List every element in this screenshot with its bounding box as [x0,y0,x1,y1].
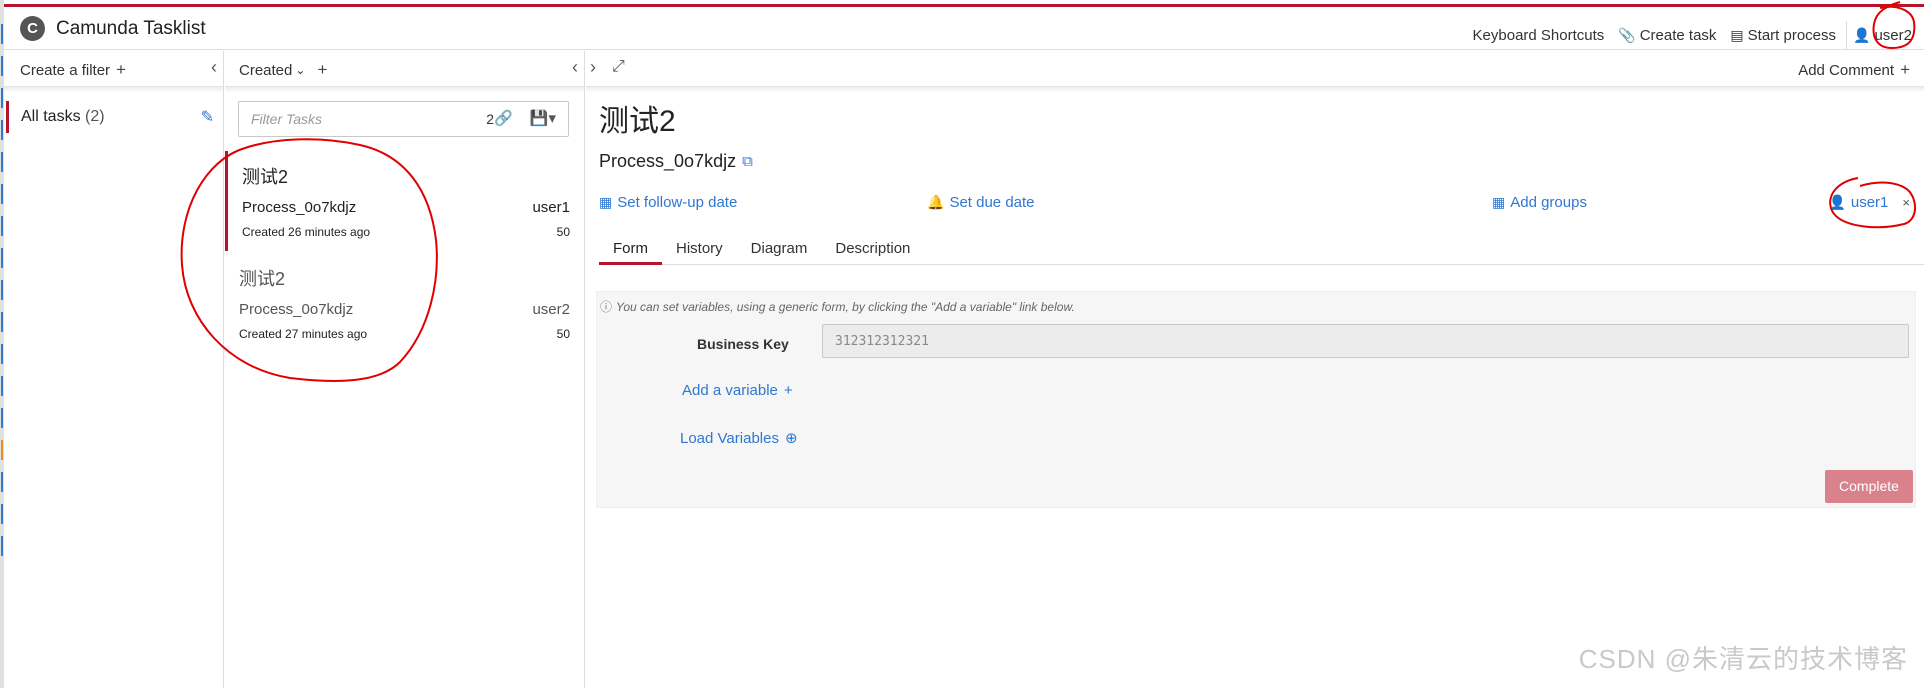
task-list-panel: Created ⌄ + ‹ Filter Tasks 2 🔗 💾▾ 测试2 Pr… [225,51,585,688]
task-list-toolbar: Created ⌄ + ‹ [225,51,584,87]
filter-count: (2) [85,108,105,125]
task-priority: 50 [556,327,570,341]
set-followup-label: Set follow-up date [617,194,738,211]
remove-assignee-close-icon[interactable]: × [1902,195,1910,210]
create-task-label: Create task [1639,26,1717,44]
sort-dropdown[interactable]: Created ⌄ + [239,60,327,80]
watermark: CSDN @朱清云的技术博客 [1578,644,1908,674]
chevron-down-icon: ⌄ [295,63,306,77]
set-followup-date-button[interactable]: ▦ Set follow-up date [599,194,737,211]
set-due-date-button[interactable]: 🔔 Set due date [927,194,1035,211]
filter-label: All tasks [21,108,81,125]
filters-panel: Create a filter + ‹ All tasks (2) ✎ [4,51,224,688]
plus-icon: + [783,382,793,399]
create-task-link[interactable]: 📎 Create task [1618,27,1716,44]
user-menu-label: user2 [1874,26,1912,44]
calendar-icon: ▦ [599,194,613,210]
add-groups-label: Add groups [1510,194,1587,211]
start-process-link[interactable]: ▤ Start process [1730,27,1836,44]
collapse-list-chevron-left-icon[interactable]: ‹ [572,57,578,78]
task-detail-panel: › ⤢ Add Comment + 测试2 Process_0o7kdjz ⧉ ▦… [586,51,1924,688]
user-icon: 👤 [1828,194,1846,210]
load-variables-link[interactable]: Load Variables ⊕ [680,429,798,448]
load-variables-label: Load Variables [680,429,779,447]
tab-history[interactable]: History [662,234,737,265]
task-process: Process_0o7kdjz [239,301,354,318]
assignee-button[interactable]: 👤 user1 × [1828,194,1910,211]
form-hint: ⓘ You can set variables, using a generic … [600,298,1075,315]
add-groups-button[interactable]: ▦ Add groups [1492,194,1587,211]
tab-description[interactable]: Description [821,234,924,265]
assignee-label: user1 [1850,194,1889,211]
tab-form[interactable]: Form [599,234,662,265]
add-variable-link[interactable]: Add a variable + [682,382,793,399]
bell-icon: 🔔 [927,194,945,210]
task-title: 测试2 [599,105,676,138]
collapse-filters-chevron-left-icon[interactable]: ‹ [211,57,217,78]
grid-icon: ▦ [1492,194,1506,210]
toolbar-shadow [586,87,1924,93]
keyboard-shortcuts-label: Keyboard Shortcuts [1472,26,1605,44]
task-name: 测试2 [242,167,289,187]
create-filter-label: Create a filter [20,61,111,79]
link-icon[interactable]: 🔗 [494,109,513,127]
filter-item-all-tasks[interactable]: All tasks (2) ✎ [6,101,216,133]
create-filter-button[interactable]: Create a filter + [20,60,126,80]
set-due-label: Set due date [949,194,1035,211]
complete-button[interactable]: Complete [1825,470,1913,503]
keyboard-shortcuts-link[interactable]: Keyboard Shortcuts [1473,27,1605,44]
task-created: Created 27 minutes ago [239,327,368,341]
brand-title[interactable]: Camunda Tasklist [56,18,206,40]
task-assignee: user1 [532,199,570,216]
detail-toolbar: › ⤢ Add Comment + [586,51,1924,87]
plus-icon: + [1900,60,1910,79]
add-comment-button[interactable]: Add Comment + [1798,60,1910,80]
user-menu[interactable]: 👤 user2 [1853,27,1912,44]
task-list-item[interactable]: 测试2 Process_0o7kdjz user1 Created 26 min… [225,151,584,251]
start-process-label: Start process [1747,26,1837,44]
download-circle-icon: ⊕ [784,430,798,447]
filters-toolbar: Create a filter + ‹ [4,51,223,87]
business-key-field: 312312312321 [822,324,1909,358]
task-priority: 50 [556,225,570,239]
filter-tasks-input[interactable]: Filter Tasks 2 🔗 💾▾ [238,101,569,137]
user-icon: 👤 [1853,26,1871,43]
task-process-name: Process_0o7kdjz [599,151,737,171]
task-name: 测试2 [239,269,286,289]
task-list-item[interactable]: 测试2 Process_0o7kdjz user2 Created 27 min… [225,253,584,353]
toolbar-shadow [4,87,223,93]
task-process-link[interactable]: Process_0o7kdjz ⧉ [599,151,753,172]
header-divider [1846,21,1848,49]
header-actions: Keyboard Shortcuts 📎 Create task ▤ Start p… [1459,21,1912,49]
camunda-logo-icon: C [20,16,45,41]
app-header: C Camunda Tasklist Keyboard Shortcuts 📎 C… [4,7,1924,50]
detail-tabs: Form History Diagram Description [599,234,1924,265]
filter-tasks-placeholder: Filter Tasks [251,111,323,127]
add-sort-plus-icon[interactable]: + [317,60,327,80]
edit-filter-pencil-icon[interactable]: ✎ [201,107,214,127]
expand-chevron-right-icon[interactable]: › [590,57,596,78]
paperclip-icon: 📎 [1618,26,1636,43]
maximize-arrows-icon[interactable]: ⤢ [612,58,625,76]
generic-form: ⓘ You can set variables, using a generic … [596,291,1916,508]
info-icon: ⓘ [600,300,613,314]
add-variable-label: Add a variable [682,382,778,399]
sort-label: Created [239,61,293,79]
business-key-label: Business Key [697,336,789,352]
tab-diagram[interactable]: Diagram [737,234,822,265]
add-comment-label: Add Comment [1798,61,1895,79]
external-link-icon: ⧉ [742,153,753,170]
form-hint-text: You can set variables, using a generic f… [616,299,1075,314]
task-assignee: user2 [532,301,570,318]
toolbar-shadow [225,87,584,93]
task-process: Process_0o7kdjz [242,199,357,216]
save-dropdown-icon[interactable]: 💾▾ [530,109,556,127]
filter-result-count: 2 [486,111,494,127]
plus-icon: + [116,60,126,79]
list-icon: ▤ [1730,26,1744,43]
task-created: Created 26 minutes ago [242,225,371,239]
